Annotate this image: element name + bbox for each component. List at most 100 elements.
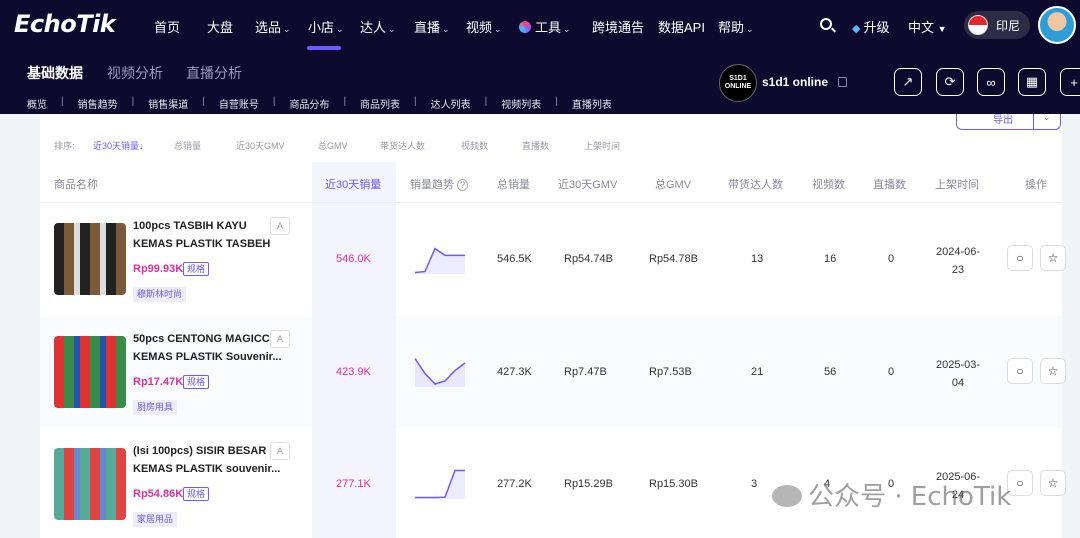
subnav-product-distribution[interactable]: 商品分布 [289, 96, 329, 111]
sales-30d-value: 423.9K [336, 366, 371, 378]
gmv-30d-value: Rp15.29B [564, 478, 613, 490]
product-title[interactable]: 100pcs TASBIH KAYU KEMAS PLASTIK TASBEH … [133, 217, 288, 253]
favorite-button[interactable]: ☆ [1040, 245, 1066, 271]
refresh-button[interactable]: ⟳ [936, 68, 964, 96]
col-videos[interactable]: 视频数 [812, 176, 845, 192]
top-nav: EchoTik 首页 大盘 选品 ⌄ 小店 ⌄ 达人 ⌄ 直播 ⌄ 视频 ⌄ 工具 ⌄ 跨境… [0, 0, 1080, 50]
sales-trend-sparkline [414, 247, 465, 274]
sparkline-area [415, 470, 465, 499]
product-price: Rp99.93K [133, 263, 184, 275]
upgrade-link[interactable]: ◆ 升级 [852, 17, 889, 36]
nav-home[interactable]: 首页 [154, 17, 180, 36]
help-icon[interactable]: ? [457, 179, 469, 191]
chevron-down-icon[interactable]: ⌄ [1043, 112, 1051, 123]
creators-value: 21 [751, 366, 764, 378]
chevron-down-icon: ⌄ [746, 24, 754, 34]
tab-live-analysis[interactable]: 直播分析 [186, 63, 242, 83]
nav-creators[interactable]: 达人 ⌄ [360, 17, 396, 36]
nav-products[interactable]: 选品 ⌄ [255, 17, 291, 36]
tab-basic-data[interactable]: 基础数据 [27, 63, 83, 83]
col-gmv-total[interactable]: 总GMV [655, 176, 691, 192]
product-image[interactable] [54, 223, 126, 295]
nav-tools[interactable]: 工具 ⌄ [519, 17, 571, 36]
spec-button[interactable]: 规格 [183, 375, 210, 389]
nav-cross-border[interactable]: 跨境通告 [592, 17, 644, 36]
gmv-total-value: Rp7.53B [649, 366, 692, 378]
nav-market[interactable]: 大盘 [207, 17, 233, 36]
col-creators[interactable]: 带货达人数 [728, 176, 783, 192]
search-product-button[interactable]: ○ [1007, 245, 1033, 271]
gmv-30d-value: Rp54.74B [564, 253, 613, 265]
openai-tool-icon [519, 21, 531, 33]
chevron-down-icon: ⌄ [388, 24, 396, 34]
copy-icon[interactable] [838, 77, 847, 87]
chevron-down-icon: ⌄ [336, 24, 344, 34]
total-sales-value: 427.3K [497, 366, 532, 378]
subnav-sales-channel[interactable]: 销售渠道 [148, 96, 188, 111]
translate-icon[interactable]: A [270, 330, 290, 348]
col-total-sales[interactable]: 总销量 [497, 176, 530, 192]
product-title[interactable]: 50pcs CENTONG MAGICCOM KEMAS PLASTIK Sou… [133, 330, 288, 366]
sort-creators[interactable]: 带货达人数 [380, 139, 425, 152]
sort-lives[interactable]: 直播数 [522, 139, 549, 152]
col-sales-30d[interactable]: 近30天销量 [325, 176, 381, 192]
nav-shop[interactable]: 小店 ⌄ [308, 17, 344, 36]
product-image[interactable] [54, 448, 126, 520]
wechat-icon [772, 485, 802, 507]
search-icon[interactable] [820, 18, 832, 30]
sort-label: 排序: [54, 141, 75, 151]
favorite-button[interactable]: ☆ [1040, 470, 1066, 496]
export-button[interactable]: 导出 ⌄ [956, 112, 1061, 130]
table-row[interactable]: 100pcs TASBIH KAYU KEMAS PLASTIK TASBEH … [40, 203, 1066, 315]
search-icon: ○ [1016, 251, 1024, 265]
gmv-30d-value: Rp7.47B [564, 366, 607, 378]
subnav-creator-list[interactable]: 达人列表 [431, 96, 471, 111]
translate-icon[interactable]: A [270, 217, 290, 235]
col-sales-trend: 销量趋势 ? [410, 176, 469, 192]
favorite-button[interactable]: ☆ [1040, 358, 1066, 384]
sort-listing-date[interactable]: 上架时间 [584, 139, 620, 152]
nav-data-api[interactable]: 数据API [658, 17, 705, 36]
echotik-logo[interactable]: EchoTik [14, 10, 116, 38]
creators-value: 13 [751, 253, 764, 265]
sort-videos[interactable]: 视频数 [461, 139, 488, 152]
subnav-overview[interactable]: 概览 [27, 96, 47, 111]
search-icon: ○ [1016, 476, 1024, 490]
subnav-video-list[interactable]: 视频列表 [501, 96, 541, 111]
nav-help[interactable]: 帮助 ⌄ [718, 17, 754, 36]
sort-total-sales[interactable]: 总销量 [174, 139, 201, 152]
col-gmv-30d[interactable]: 近30天GMV [558, 176, 617, 192]
nav-videos[interactable]: 视频 ⌄ [466, 17, 502, 36]
export-label: 导出 [993, 115, 1013, 126]
subnav-product-list[interactable]: 商品列表 [360, 96, 400, 111]
region-label: 印尼 [996, 18, 1021, 33]
caret-down-icon: ▼ [937, 24, 947, 34]
translate-icon[interactable]: A [270, 442, 290, 460]
spec-button[interactable]: 规格 [183, 487, 210, 501]
subnav-live-list[interactable]: 直播列表 [572, 96, 612, 111]
spec-button[interactable]: 规格 [183, 262, 210, 276]
sales-30d-value: 277.1K [336, 478, 371, 490]
table-row[interactable]: 50pcs CENTONG MAGICCOM KEMAS PLASTIK Sou… [40, 316, 1066, 428]
tab-video-analysis[interactable]: 视频分析 [107, 63, 163, 83]
product-image[interactable] [54, 336, 126, 408]
sort-sales-30d[interactable]: 近30天销量↓ [93, 139, 144, 152]
col-listing-date[interactable]: 上架时间 [935, 176, 979, 192]
product-title[interactable]: (Isi 100pcs) SISIR BESAR KEMAS PLASTIK s… [133, 442, 288, 478]
chevron-down-icon: ⌄ [563, 24, 571, 34]
sort-gmv-total[interactable]: 总GMV [318, 139, 348, 152]
col-lives[interactable]: 直播数 [873, 176, 906, 192]
language-select[interactable]: 中文 ▼ [908, 17, 947, 36]
open-external-button[interactable]: ↗ [894, 68, 922, 96]
chevron-down-icon: ⌄ [283, 24, 291, 34]
region-toggle[interactable]: 印尼 [964, 11, 1030, 39]
search-product-button[interactable]: ○ [1007, 358, 1033, 384]
link-button[interactable]: ∞ [977, 68, 1005, 96]
user-avatar[interactable] [1038, 6, 1076, 44]
grid-button[interactable]: ▦ [1018, 68, 1046, 96]
add-button[interactable]: + [1060, 68, 1080, 96]
nav-live[interactable]: 直播 ⌄ [414, 17, 450, 36]
sort-gmv-30d[interactable]: 近30天GMV [236, 139, 285, 152]
subnav-sales-trend[interactable]: 销售趋势 [78, 96, 118, 111]
subnav-own-accounts[interactable]: 自营账号 [219, 96, 259, 111]
